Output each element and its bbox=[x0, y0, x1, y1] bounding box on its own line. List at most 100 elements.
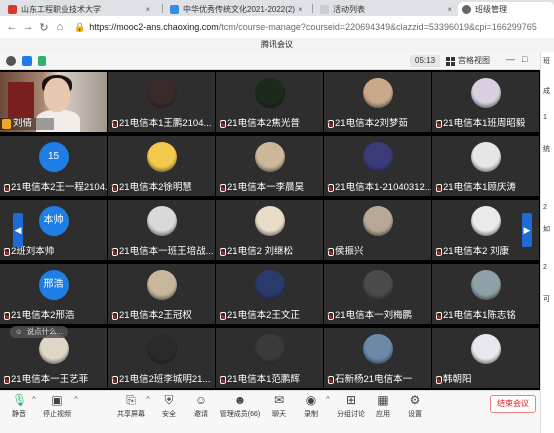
browser-tab-3[interactable]: 活动列表 × bbox=[316, 2, 456, 16]
browser-tab-2[interactable]: 中华优秀传统文化2021-2022(2) × bbox=[166, 2, 306, 16]
close-tab-icon[interactable]: × bbox=[444, 5, 452, 14]
participant-tile[interactable]: 21电信本2刘梦茹 bbox=[324, 72, 431, 132]
participant-tile[interactable]: 21电信本2徐明慧 bbox=[108, 136, 215, 196]
participant-tile[interactable]: 21电信本2王冠权 bbox=[108, 264, 215, 324]
participant-tile[interactable]: 21电信本1顾庆涛 bbox=[432, 136, 539, 196]
participant-name-text: 韩朝阳 bbox=[443, 374, 472, 385]
url-field[interactable]: https://mooc2-ans.chaoxing.com/tcm/cours… bbox=[89, 22, 554, 32]
participant-tile[interactable]: 21电信本1陈志铭 bbox=[432, 264, 539, 324]
participant-tile[interactable]: 韩朝阳 bbox=[432, 328, 539, 388]
next-page-arrow-icon[interactable]: ▶ bbox=[522, 213, 532, 247]
participant-name: 21电信本1王鹏2104... bbox=[108, 118, 215, 130]
chat-button[interactable]: ✉ 聊天 bbox=[262, 393, 296, 419]
participant-tile[interactable]: 21电信2班李城明21... bbox=[108, 328, 215, 388]
chevron-up-icon[interactable]: ^ bbox=[74, 395, 78, 404]
participant-name: 21电信本2徐明慧 bbox=[108, 182, 215, 194]
chevron-up-icon[interactable]: ^ bbox=[326, 395, 330, 404]
muted-mic-icon bbox=[434, 311, 442, 321]
participant-name-text: 21电信本一李晨昊 bbox=[227, 182, 305, 193]
meeting-window-title: 腾讯会议 bbox=[0, 38, 554, 52]
lock-icon[interactable]: 🔒 bbox=[74, 22, 85, 33]
participant-tile[interactable]: 邢浩 21电信本2邢浩 bbox=[0, 264, 107, 324]
participant-grid: 刘倩 21电信本1王鹏2104... 21电信本2焦光普 21电信本2刘梦茹 21电信本… bbox=[0, 70, 540, 390]
participant-name: 21电信本2邢浩 bbox=[0, 310, 107, 322]
participant-name-text: 21电信本一王艺菲 bbox=[11, 374, 89, 385]
breakout-rooms-button[interactable]: ⊞ 分组讨论 bbox=[334, 393, 368, 419]
signal-icon[interactable] bbox=[38, 56, 46, 66]
panel-text: 成 bbox=[543, 88, 550, 95]
avatar bbox=[470, 78, 501, 108]
home-icon[interactable]: ⌂ bbox=[52, 21, 68, 33]
breakout-icon: ⊞ bbox=[345, 393, 357, 407]
browser-tab-4-active[interactable]: 班级管理 bbox=[458, 2, 554, 16]
end-meeting-button[interactable]: 结束会议 bbox=[490, 395, 536, 413]
grid-view-button[interactable]: 宫格视图 bbox=[446, 55, 490, 67]
muted-mic-icon bbox=[110, 183, 118, 193]
back-arrow-icon[interactable]: ← bbox=[4, 21, 20, 33]
participant-tile[interactable]: 刘倩 bbox=[0, 72, 107, 132]
close-tab-icon[interactable]: × bbox=[142, 5, 150, 14]
participant-name: 2班刘本帅 bbox=[0, 246, 107, 258]
participant-name: 21电信本1范鹏辉 bbox=[216, 374, 323, 386]
invite-button[interactable]: ☺ 邀请 bbox=[184, 393, 218, 419]
add-user-icon: ☺ bbox=[194, 393, 208, 407]
maximize-icon[interactable]: □ bbox=[522, 54, 527, 64]
participant-name: 21电信本一班王培战... bbox=[108, 246, 215, 258]
manage-members-button[interactable]: ☻ 管理成员(66) bbox=[218, 393, 262, 419]
share-screen-button[interactable]: ⎘ 共享屏幕 bbox=[114, 393, 148, 419]
shield-icon[interactable] bbox=[22, 56, 32, 66]
muted-mic-icon bbox=[110, 311, 118, 321]
participant-tile[interactable]: 21电信本1王鹏2104... bbox=[108, 72, 215, 132]
apps-button[interactable]: ▦ 应用 bbox=[366, 393, 400, 419]
participant-tile[interactable]: 21电信2 刘继松 bbox=[216, 200, 323, 260]
muted-mic-icon bbox=[110, 375, 118, 385]
forward-arrow-icon[interactable]: → bbox=[20, 21, 36, 33]
muted-mic-icon bbox=[326, 247, 334, 257]
participant-name: 21电信2 刘继松 bbox=[216, 246, 323, 258]
mute-button[interactable]: 🎙 静音 bbox=[2, 393, 36, 419]
stop-video-button[interactable]: ▣ 停止视频 bbox=[40, 393, 74, 419]
participant-tile[interactable]: 15 21电信本2王一程2104... bbox=[0, 136, 107, 196]
panel-text: 1 bbox=[543, 114, 547, 121]
participant-name-text: 21电信本2王一程2104... bbox=[11, 182, 107, 193]
avatar bbox=[254, 142, 285, 172]
participant-tile[interactable]: 21电信本一李晨昊 bbox=[216, 136, 323, 196]
participant-name-text: 石新杨21电信本一 bbox=[335, 374, 413, 385]
participant-name: 21电信本2王文正 bbox=[216, 310, 323, 322]
participant-tile[interactable]: 21电信本2焦光普 bbox=[216, 72, 323, 132]
previous-page-arrow-icon[interactable]: ◀ bbox=[13, 213, 23, 247]
participant-tile[interactable]: 21电信本1-21040312... bbox=[324, 136, 431, 196]
panel-text: 可 bbox=[543, 296, 550, 303]
settings-button[interactable]: ⚙ 设置 bbox=[398, 393, 432, 419]
record-button[interactable]: ◉ 录制 bbox=[294, 393, 328, 419]
participant-tile[interactable]: 侯振兴 bbox=[324, 200, 431, 260]
participant-name-text: 21电信本2王文正 bbox=[227, 310, 300, 321]
participant-tile[interactable]: 21电信本2王文正 bbox=[216, 264, 323, 324]
security-button[interactable]: ⛨ 安全 bbox=[152, 393, 186, 419]
participant-name: 21电信本1-21040312... bbox=[324, 182, 431, 194]
participant-name-text: 21电信本2刘梦茹 bbox=[335, 118, 408, 129]
right-side-panel: 班 成 1 统 2 如 2 可 bbox=[540, 52, 554, 433]
initials-avatar: 本帅 bbox=[38, 206, 69, 236]
chevron-up-icon[interactable]: ^ bbox=[146, 395, 150, 404]
participant-tile[interactable]: 21电信本1范鹏辉 bbox=[216, 328, 323, 388]
info-icon[interactable] bbox=[6, 56, 16, 66]
muted-mic-icon bbox=[110, 247, 118, 257]
close-tab-icon[interactable]: × bbox=[295, 5, 303, 14]
muted-mic-icon bbox=[110, 119, 118, 129]
avatar bbox=[470, 270, 501, 300]
participant-tile[interactable]: 21电信本一刘梅鹏 bbox=[324, 264, 431, 324]
members-icon: ☻ bbox=[233, 393, 247, 407]
muted-mic-icon bbox=[2, 311, 10, 321]
participant-tile[interactable]: 石新杨21电信本一 bbox=[324, 328, 431, 388]
participant-tile[interactable]: 21电信本一班王培战... bbox=[108, 200, 215, 260]
reload-icon[interactable]: ↻ bbox=[36, 21, 52, 34]
participant-name: 21电信本1陈志铭 bbox=[432, 310, 539, 322]
chat-quick-input[interactable]: ☺ 说点什么... bbox=[10, 326, 68, 338]
participant-name: 21电信本1顾庆涛 bbox=[432, 182, 539, 194]
participant-tile[interactable]: 21电信本1班周昭毅 bbox=[432, 72, 539, 132]
chevron-up-icon[interactable]: ^ bbox=[32, 395, 36, 404]
browser-tab-1[interactable]: 山东工程职业技术大学 × bbox=[4, 2, 154, 16]
minimize-icon[interactable]: — bbox=[506, 54, 515, 64]
avatar bbox=[362, 334, 393, 364]
